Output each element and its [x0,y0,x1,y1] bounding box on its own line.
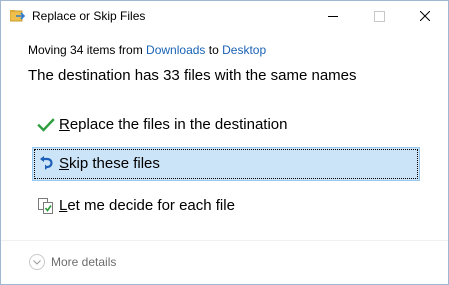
more-details-label: More details [51,255,117,269]
minimize-button[interactable] [310,1,356,31]
maximize-icon [373,10,385,22]
window-title: Replace or Skip Files [32,9,146,23]
replace-files-label: Replace the files in the destination [59,116,288,133]
title-bar[interactable]: Replace or Skip Files [1,1,448,31]
replace-files-option[interactable]: Replace the files in the destination [32,108,420,142]
replace-label-rest: eplace the files in the destination [69,116,288,133]
file-move-app-icon [10,10,26,22]
destination-folder-link[interactable]: Desktop [222,43,266,57]
minimize-icon [328,15,338,17]
close-button[interactable] [402,1,448,31]
chevron-down-icon [29,254,45,270]
compare-files-icon [38,198,53,214]
operation-status: Moving 34 items from Downloads to Deskto… [28,43,266,57]
close-icon [420,11,430,21]
decide-each-file-label: Let me decide for each file [59,197,235,214]
replace-mnemonic: R [59,116,70,133]
status-prefix: Moving 34 items from [28,43,147,57]
skip-arrow-icon [40,156,53,170]
status-connector: to [205,43,223,57]
skip-files-option[interactable]: Skip these files [32,147,420,181]
more-details-button[interactable]: More details [29,254,116,270]
skip-files-label: Skip these files [59,155,160,172]
dialog-footer: More details [1,241,448,284]
conflict-headline: The destination has 33 files with the sa… [28,67,357,84]
maximize-button[interactable] [356,1,402,31]
source-folder-link[interactable]: Downloads [146,43,205,57]
skip-mnemonic: S [59,155,70,172]
decide-each-file-option[interactable]: Let me decide for each file [32,189,420,223]
replace-or-skip-dialog: Replace or Skip Files Moving 34 items fr… [0,0,449,285]
skip-label-rest: kip these files [69,155,160,172]
decide-label-rest: et me decide for each file [67,197,235,214]
checkmark-icon [37,118,55,132]
